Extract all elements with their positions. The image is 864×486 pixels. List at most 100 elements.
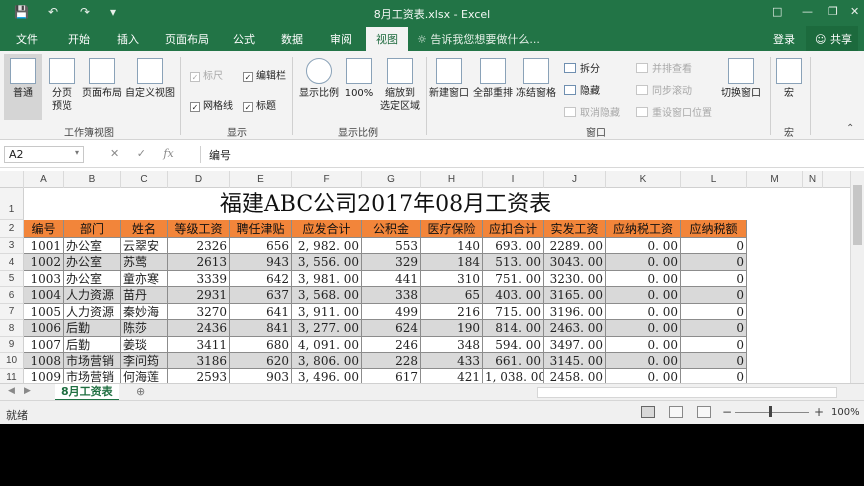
table-cell[interactable]: 3145. 00 bbox=[544, 353, 606, 369]
minimize-icon[interactable]: — bbox=[802, 5, 813, 18]
table-cell[interactable]: 陈莎 bbox=[121, 320, 168, 337]
table-cell[interactable]: 0. 00 bbox=[606, 238, 681, 254]
table-cell[interactable]: 0 bbox=[681, 369, 747, 383]
sheet-tab[interactable]: 8月工资表 bbox=[55, 384, 119, 401]
table-cell[interactable]: 0 bbox=[681, 337, 747, 353]
table-cell[interactable]: 1003 bbox=[24, 271, 64, 287]
row-header-4[interactable]: 4 bbox=[0, 254, 24, 271]
tab-data[interactable]: 数据 bbox=[281, 31, 303, 47]
table-cell[interactable]: 3, 277. 00 bbox=[292, 320, 362, 337]
zoom-in-icon[interactable]: + bbox=[814, 405, 824, 419]
table-cell[interactable]: 姜琰 bbox=[121, 337, 168, 353]
headings-checkbox[interactable]: ✓ 标题 bbox=[243, 97, 276, 112]
table-cell[interactable]: 310 bbox=[421, 271, 483, 287]
table-cell[interactable]: 216 bbox=[421, 304, 483, 320]
column-header-g[interactable]: G bbox=[362, 171, 421, 188]
table-cell[interactable]: 4, 091. 00 bbox=[292, 337, 362, 353]
table-cell[interactable]: 624 bbox=[362, 320, 421, 337]
macros-button[interactable]: 宏 bbox=[774, 58, 804, 100]
table-cell[interactable]: 0 bbox=[681, 320, 747, 337]
table-cell[interactable]: 1004 bbox=[24, 287, 64, 304]
hide-button[interactable]: 隐藏 bbox=[564, 82, 600, 97]
table-cell[interactable]: 何海莲 bbox=[121, 369, 168, 383]
row-header-6[interactable]: 6 bbox=[0, 287, 24, 304]
header-cell[interactable]: 应扣合计 bbox=[483, 220, 544, 238]
table-cell[interactable]: 人力资源 bbox=[64, 304, 121, 320]
row-header-9[interactable]: 9 bbox=[0, 337, 24, 353]
table-cell[interactable]: 1008 bbox=[24, 353, 64, 369]
header-cell[interactable]: 应纳税工资 bbox=[606, 220, 681, 238]
table-cell[interactable]: 553 bbox=[362, 238, 421, 254]
table-cell[interactable]: 1001 bbox=[24, 238, 64, 254]
table-cell[interactable]: 市场营销 bbox=[64, 369, 121, 383]
table-cell[interactable]: 人力资源 bbox=[64, 287, 121, 304]
select-all-corner[interactable] bbox=[0, 171, 24, 188]
table-cell[interactable]: 903 bbox=[230, 369, 292, 383]
table-cell[interactable]: 后勤 bbox=[64, 320, 121, 337]
header-cell[interactable]: 聘任津贴 bbox=[230, 220, 292, 238]
table-cell[interactable]: 751. 00 bbox=[483, 271, 544, 287]
header-cell[interactable]: 应发合计 bbox=[292, 220, 362, 238]
table-cell[interactable]: 0. 00 bbox=[606, 369, 681, 383]
table-cell[interactable]: 办公室 bbox=[64, 238, 121, 254]
table-cell[interactable]: 后勤 bbox=[64, 337, 121, 353]
maximize-icon[interactable]: ❐ bbox=[828, 5, 838, 18]
zoom-button[interactable]: 显示比例 bbox=[296, 58, 342, 100]
table-cell[interactable]: 0. 00 bbox=[606, 320, 681, 337]
row-header-2[interactable]: 2 bbox=[0, 220, 24, 238]
table-cell[interactable]: 0. 00 bbox=[606, 304, 681, 320]
table-cell[interactable]: 637 bbox=[230, 287, 292, 304]
table-cell[interactable]: 3, 556. 00 bbox=[292, 254, 362, 271]
new-window-button[interactable]: 新建窗口 bbox=[428, 58, 470, 100]
table-cell[interactable]: 秦妙海 bbox=[121, 304, 168, 320]
zoom-slider-thumb[interactable] bbox=[769, 406, 772, 417]
table-cell[interactable]: 715. 00 bbox=[483, 304, 544, 320]
table-cell[interactable]: 0 bbox=[681, 254, 747, 271]
table-cell[interactable]: 0. 00 bbox=[606, 353, 681, 369]
normal-view-button[interactable]: 普通 bbox=[4, 54, 42, 120]
chevron-down-icon[interactable]: ▾ bbox=[75, 148, 79, 157]
arrange-all-button[interactable]: 全部重排 bbox=[472, 58, 514, 100]
table-cell[interactable]: 0 bbox=[681, 353, 747, 369]
page-break-preview-button[interactable]: 分页 预览 bbox=[46, 58, 78, 113]
table-cell[interactable]: 943 bbox=[230, 254, 292, 271]
table-cell[interactable]: 0 bbox=[681, 304, 747, 320]
table-cell[interactable]: 499 bbox=[362, 304, 421, 320]
zoom-out-icon[interactable]: − bbox=[722, 405, 732, 419]
table-cell[interactable]: 2593 bbox=[168, 369, 230, 383]
column-header-a[interactable]: A bbox=[24, 171, 64, 188]
column-header-h[interactable]: H bbox=[421, 171, 483, 188]
header-cell[interactable]: 公积金 bbox=[362, 220, 421, 238]
table-cell[interactable]: 1006 bbox=[24, 320, 64, 337]
formula-bar-checkbox[interactable]: ✓ 编辑栏 bbox=[243, 67, 286, 82]
column-header-c[interactable]: C bbox=[121, 171, 168, 188]
table-cell[interactable]: 814. 00 bbox=[483, 320, 544, 337]
column-header-e[interactable]: E bbox=[230, 171, 292, 188]
scroll-thumb[interactable] bbox=[853, 185, 862, 245]
reset-window-position-button[interactable]: 重设窗口位置 bbox=[636, 104, 712, 119]
table-cell[interactable]: 办公室 bbox=[64, 271, 121, 287]
table-cell[interactable]: 228 bbox=[362, 353, 421, 369]
table-cell[interactable]: 513. 00 bbox=[483, 254, 544, 271]
table-cell[interactable]: 421 bbox=[421, 369, 483, 383]
header-cell[interactable]: 实发工资 bbox=[544, 220, 606, 238]
table-cell[interactable]: 594. 00 bbox=[483, 337, 544, 353]
table-cell[interactable]: 办公室 bbox=[64, 254, 121, 271]
column-header-i[interactable]: I bbox=[483, 171, 544, 188]
table-cell[interactable]: 348 bbox=[421, 337, 483, 353]
page-break-view-icon[interactable] bbox=[697, 406, 711, 418]
table-cell[interactable]: 3, 568. 00 bbox=[292, 287, 362, 304]
tab-insert[interactable]: 插入 bbox=[117, 31, 139, 47]
normal-view-icon[interactable] bbox=[641, 406, 655, 418]
table-cell[interactable]: 441 bbox=[362, 271, 421, 287]
table-cell[interactable]: 2458. 00 bbox=[544, 369, 606, 383]
sync-scroll-button[interactable]: 同步滚动 bbox=[636, 82, 692, 97]
row-header-3[interactable]: 3 bbox=[0, 238, 24, 254]
table-cell[interactable]: 329 bbox=[362, 254, 421, 271]
collapse-ribbon-icon[interactable]: ⌃ bbox=[846, 123, 854, 134]
view-side-by-side-button[interactable]: 并排查看 bbox=[636, 60, 692, 75]
ruler-checkbox[interactable]: ✓ 标尺 bbox=[190, 67, 223, 82]
cancel-icon[interactable]: ✕ bbox=[110, 147, 119, 160]
table-cell[interactable]: 403. 00 bbox=[483, 287, 544, 304]
header-cell[interactable]: 医疗保险 bbox=[421, 220, 483, 238]
